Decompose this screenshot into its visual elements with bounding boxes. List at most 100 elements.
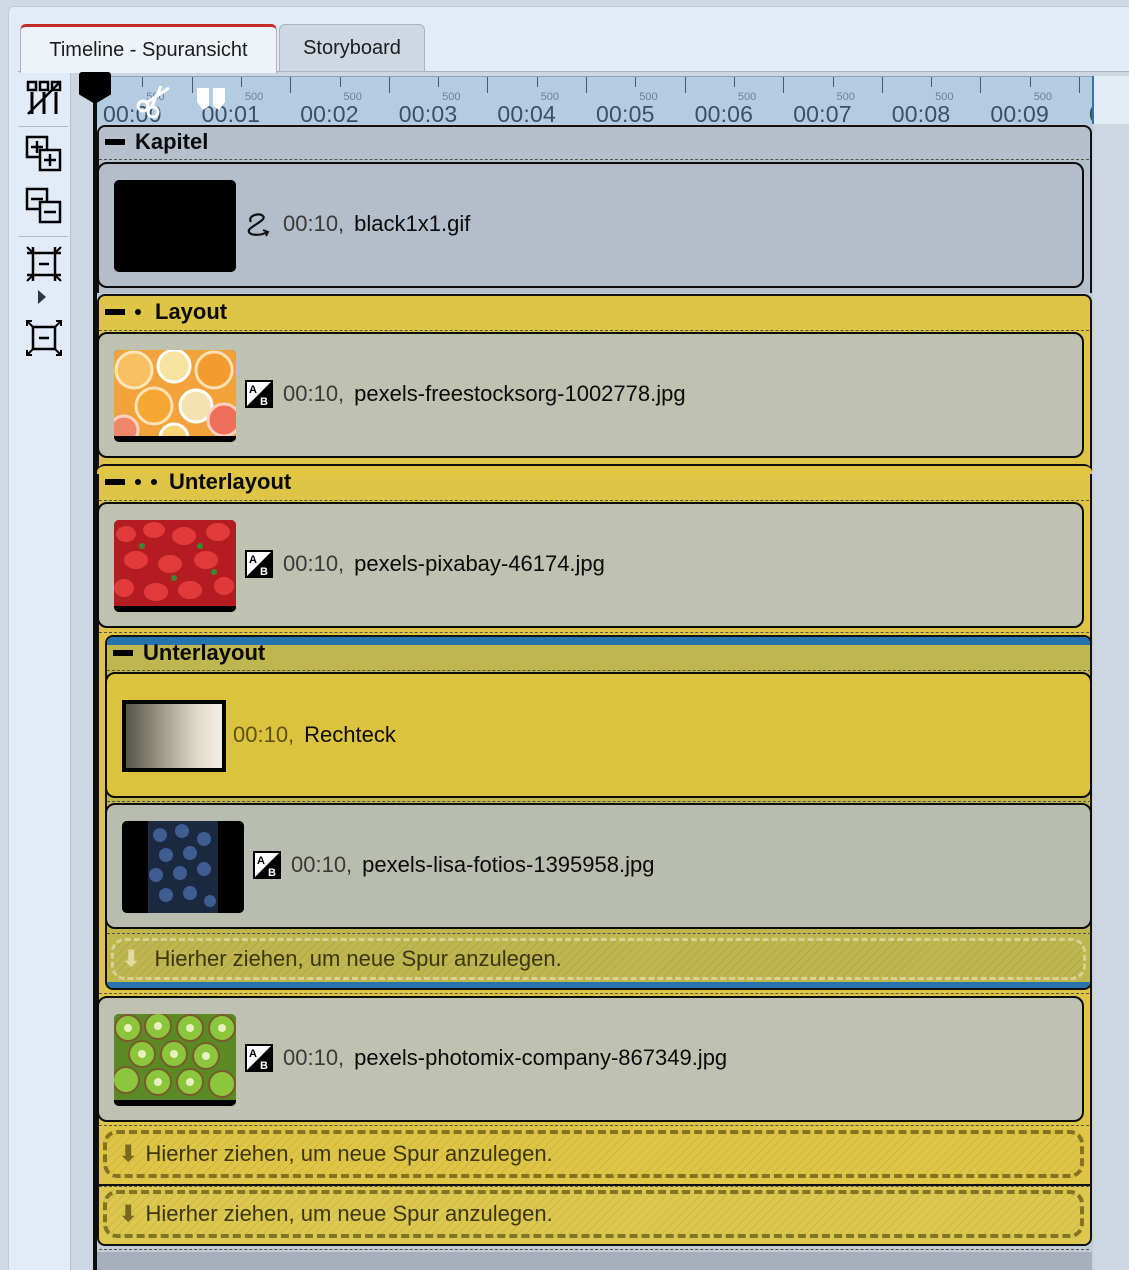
sublayout2-title: Unterlayout — [143, 640, 266, 665]
ruler-half-label: 500 — [540, 91, 560, 103]
ruler-time-label: 00:02 — [300, 101, 359, 127]
expand-all-icon — [25, 135, 62, 172]
collapse-icon[interactable] — [113, 650, 133, 656]
divider — [99, 1125, 1089, 1126]
divider — [107, 670, 1091, 671]
ruler-tick-major — [783, 77, 785, 93]
zoom-options-arrow[interactable] — [38, 290, 46, 304]
clip-duration: 00:10, — [291, 852, 353, 877]
tab-storyboard[interactable]: Storyboard — [279, 24, 425, 72]
divider — [99, 159, 1089, 160]
clip-black1x1[interactable]: 00:10, black1x1.gif — [97, 162, 1084, 288]
ruler-time-label: 00:08 — [891, 101, 951, 127]
ab-transition-icon: AB — [253, 851, 281, 879]
divider — [107, 801, 1091, 802]
drop-hint-text: Hierher ziehen, um neue Spur anzulegen. — [154, 946, 562, 971]
time-ruler[interactable]: 00:0050000:0150000:0250000:0350000:04500… — [95, 76, 1129, 127]
divider — [99, 330, 1089, 331]
clip-thumbnail — [114, 180, 236, 272]
ruler-tick-minor — [931, 77, 933, 87]
arrow-down-icon: ⬇ — [119, 1201, 138, 1226]
ruler-tick-minor — [832, 77, 834, 87]
chapter-header: Kapitel — [105, 126, 208, 158]
split-tracks-button[interactable] — [22, 76, 66, 120]
collapse-icon[interactable] — [105, 479, 125, 485]
clip-strawberries[interactable]: AB 00:10, pexels-pixabay-46174.jpg — [97, 502, 1084, 628]
timeline-toolbar — [18, 72, 70, 1270]
toolbar-separator — [18, 126, 68, 127]
ruler-half-label: 500 — [836, 91, 855, 103]
ruler-tick-minor — [733, 77, 735, 87]
marker-icon[interactable] — [195, 86, 227, 112]
drop-zone-root[interactable]: ⬇ Hierher ziehen, um neue Spur anzulegen… — [103, 1190, 1084, 1238]
drop-zone-layout[interactable]: ⬇ Hierher ziehen, um neue Spur anzulegen… — [103, 1130, 1084, 1178]
ruler-time-label: 00:04 — [497, 101, 556, 127]
level-dot — [135, 309, 141, 315]
svg-text:A: A — [249, 1048, 257, 1060]
ruler-half-label: 500 — [639, 91, 658, 103]
divider — [99, 1186, 1089, 1187]
clip-thumbnail-blueberries — [122, 821, 244, 913]
clip-kiwis[interactable]: AB 00:10, pexels-photomix-company-867349… — [97, 996, 1084, 1122]
ruler-tick-minor — [1029, 77, 1031, 87]
tab-timeline[interactable]: Timeline - Spuransicht — [20, 24, 277, 73]
timeline-panel: 00:0050000:0150000:0250000:0350000:04500… — [70, 72, 1129, 1270]
divider — [107, 933, 1091, 934]
ruler-tick-major — [881, 77, 883, 93]
chapter-title: Kapitel — [135, 129, 209, 154]
ruler-time-label: 00:09 — [990, 101, 1049, 127]
toolbar-separator — [18, 236, 68, 237]
collapse-icon[interactable] — [105, 139, 125, 145]
divider — [99, 993, 1089, 994]
ruler-half-label: 500 — [442, 91, 461, 103]
expand-all-button[interactable] — [22, 132, 66, 176]
drop-hint-text: Hierher ziehen, um neue Spur anzulegen. — [145, 1201, 553, 1226]
fit-zoom-button[interactable] — [22, 242, 66, 286]
ruler-tick-minor — [240, 77, 242, 87]
ruler-tick-major — [684, 77, 686, 93]
clip-filename: pexels-pixabay-46174.jpg — [354, 551, 605, 576]
level-dot — [151, 479, 157, 485]
ruler-tick-major — [1079, 77, 1080, 93]
loop-icon — [247, 213, 270, 237]
ruler-tick-major — [290, 77, 292, 93]
svg-text:A: A — [249, 384, 257, 396]
svg-text:A: A — [249, 554, 257, 566]
ruler-half-label: 500 — [343, 91, 362, 103]
clip-thumbnail-kiwis — [114, 1014, 236, 1106]
ruler-tick-major — [388, 77, 390, 93]
clip-rechteck[interactable]: 00:10, Rechteck — [105, 672, 1092, 798]
clip-filename: Rechteck — [304, 722, 396, 747]
collapse-icon[interactable] — [105, 309, 125, 315]
fit-zoom-icon — [26, 246, 62, 282]
clip-duration: 00:10, — [233, 722, 295, 747]
clip-oranges[interactable]: AB 00:10, pexels-freestocksorg-1002778.j… — [97, 332, 1084, 458]
collapse-all-button[interactable] — [22, 184, 66, 228]
drop-zone-sublayout[interactable]: ⬇ Hierher ziehen, um neue Spur anzulegen… — [111, 938, 1086, 980]
tab-timeline-label: Timeline - Spuransicht — [49, 38, 248, 61]
ruler-tick-major — [586, 77, 587, 93]
clip-duration: 00:10, — [283, 211, 345, 236]
selection-bar — [107, 982, 1090, 988]
ruler-tick-major — [980, 77, 982, 93]
ruler-tick-major — [191, 77, 193, 93]
ruler-time-label: 00:03 — [398, 101, 458, 127]
ruler-tick-minor — [339, 77, 341, 87]
scissors-icon[interactable] — [133, 80, 173, 120]
clip-blueberries[interactable]: AB 00:10, pexels-lisa-fotios-1395958.jpg — [105, 803, 1092, 929]
ruler-half-label: 500 — [244, 91, 264, 103]
level-dot — [135, 479, 141, 485]
divider — [99, 632, 1089, 633]
maximize-zoom-icon — [26, 320, 62, 356]
arrow-down-icon: ⬇ — [122, 946, 141, 971]
svg-text:B: B — [260, 566, 268, 578]
maximize-zoom-button[interactable] — [22, 316, 66, 360]
ruler-tick-minor — [536, 77, 538, 87]
sublayout-title: Unterlayout — [169, 469, 292, 494]
playhead-line[interactable] — [93, 92, 97, 1270]
divider — [99, 500, 1089, 501]
arrow-down-icon: ⬇ — [119, 1141, 138, 1166]
drop-hint-text: Hierher ziehen, um neue Spur anzulegen. — [145, 1141, 553, 1166]
clip-filename: pexels-photomix-company-867349.jpg — [354, 1045, 728, 1070]
clip-filename: pexels-lisa-fotios-1395958.jpg — [362, 852, 655, 877]
